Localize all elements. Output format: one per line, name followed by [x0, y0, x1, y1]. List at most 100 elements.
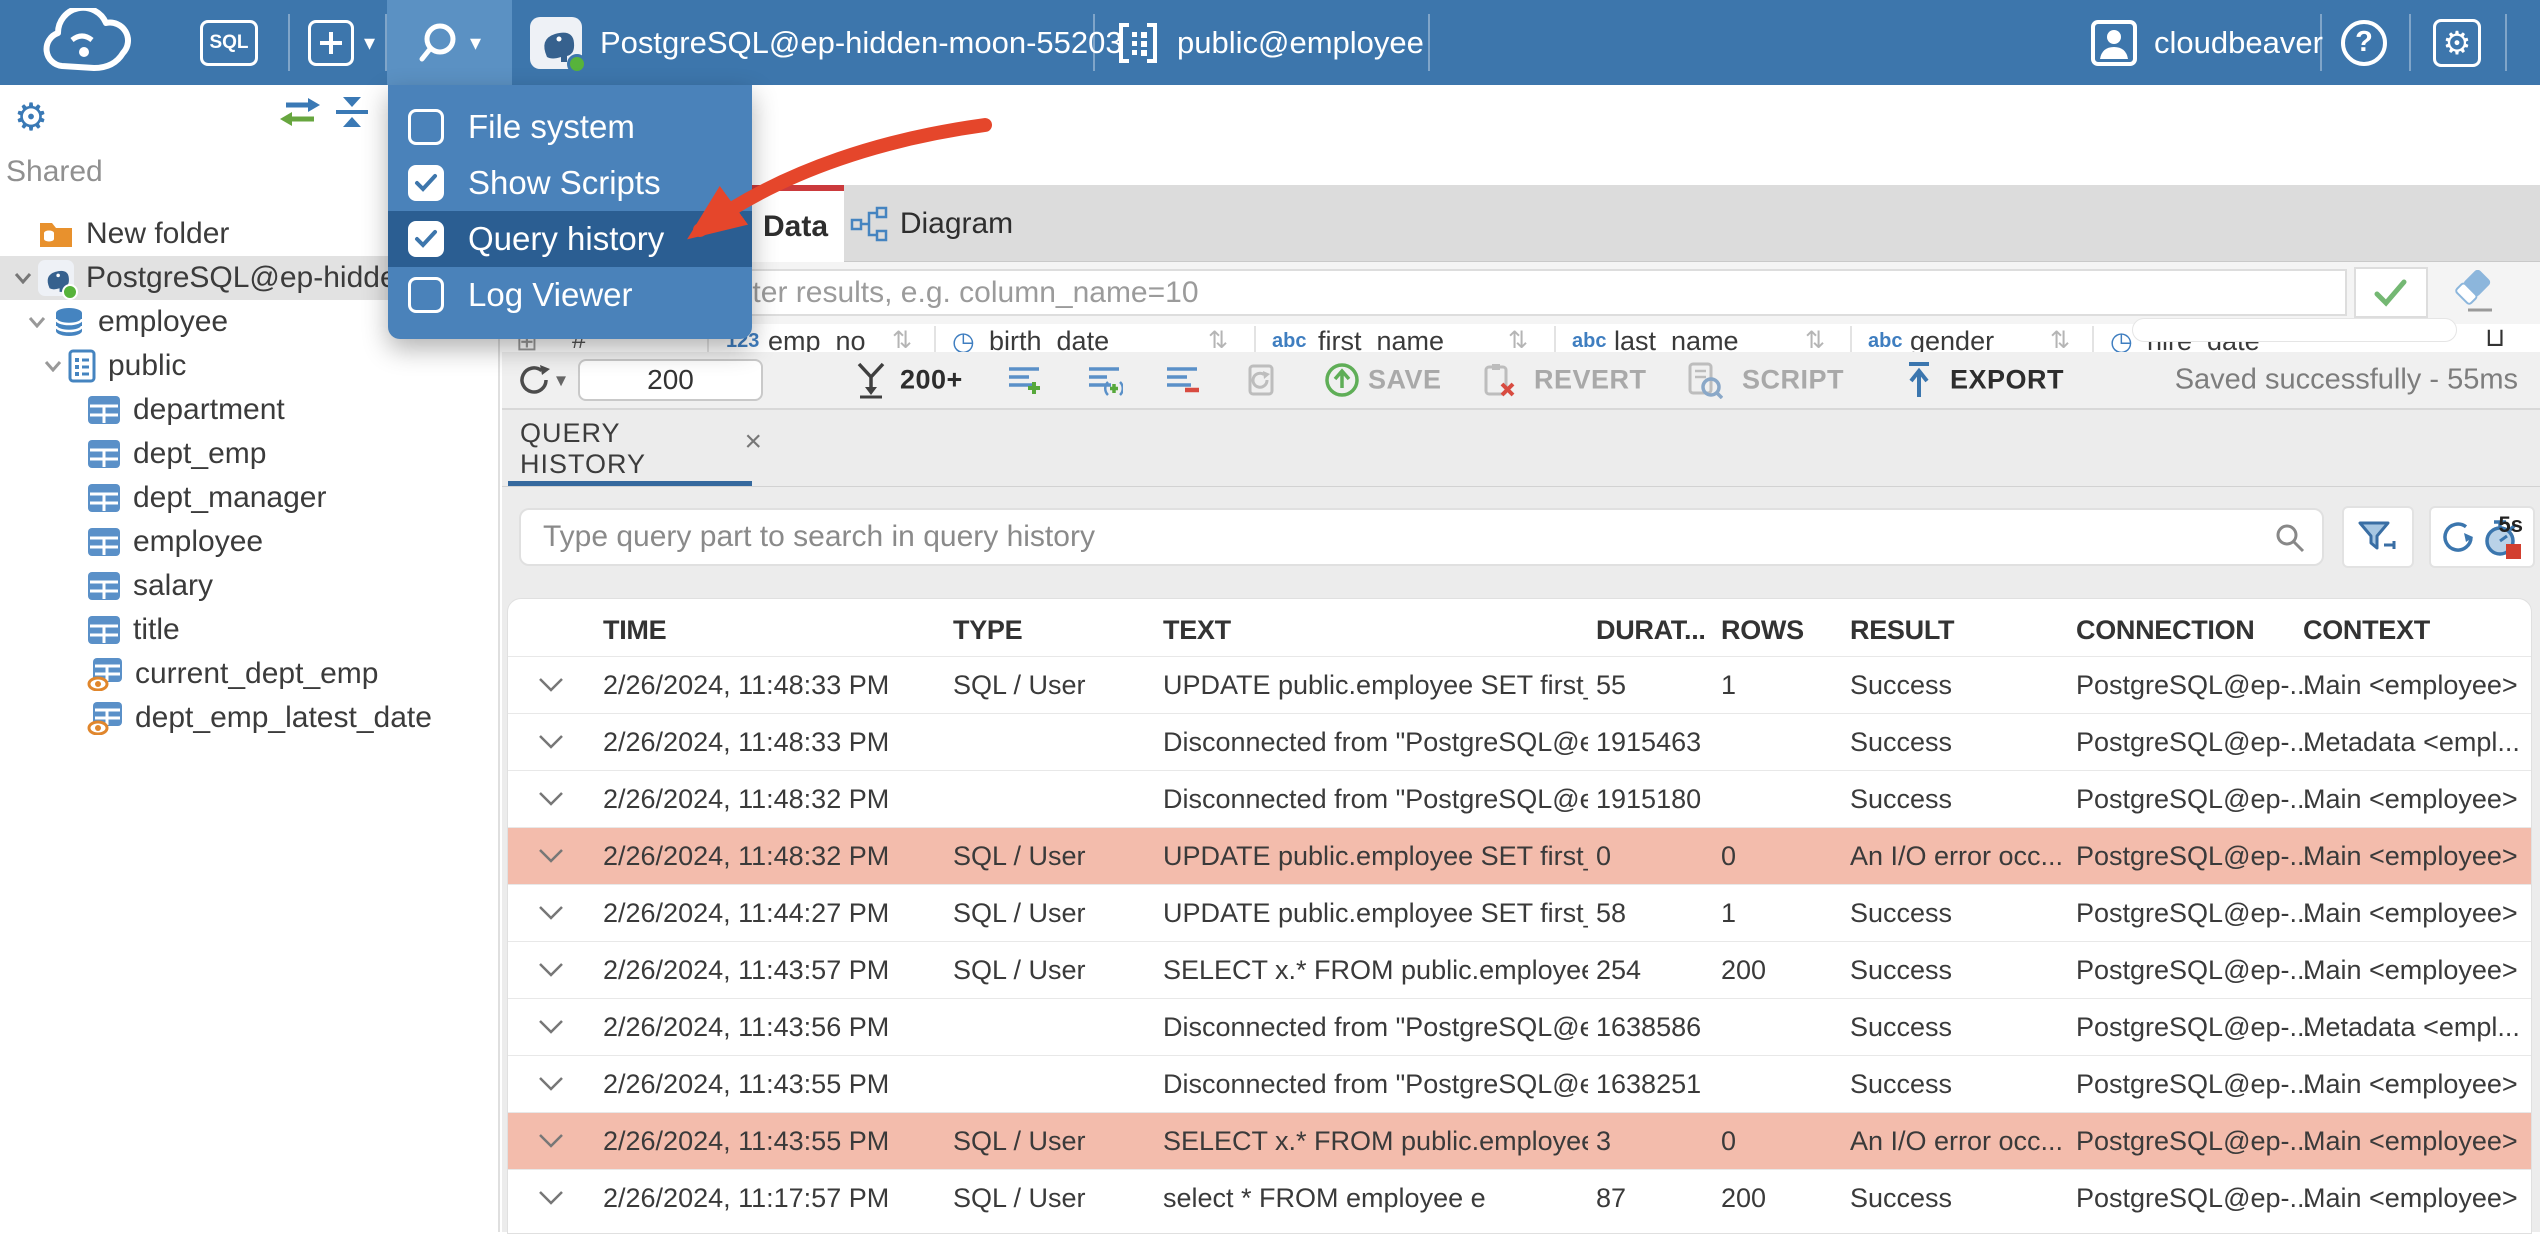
table-row[interactable]: 2/26/2024, 11:48:33 PM Disconnected from…: [508, 713, 2531, 770]
view-menu-trigger[interactable]: [387, 0, 512, 85]
tab-query-history[interactable]: QUERY HISTORY: [512, 410, 762, 487]
auto-refresh-button[interactable]: 5s: [2429, 506, 2535, 568]
tree-item-table[interactable]: dept_emp: [0, 432, 500, 476]
tree-item-table[interactable]: employee: [0, 520, 500, 564]
new-connection-button[interactable]: [308, 0, 375, 85]
expand-chevron-icon[interactable]: [538, 1133, 564, 1154]
refresh-caret-icon[interactable]: [556, 368, 566, 393]
user-menu[interactable]: cloudbeaver: [2090, 0, 2323, 85]
sql-editor-button[interactable]: SQL: [200, 0, 258, 85]
tree-item-view[interactable]: dept_emp_latest_date: [0, 696, 500, 740]
tools-icon: [418, 23, 460, 63]
column-header[interactable]: TIME: [603, 615, 666, 646]
help-button[interactable]: [2341, 0, 2387, 85]
text-type-icon: abc: [1272, 330, 1306, 352]
table-row[interactable]: 2/26/2024, 11:48:32 PM SQL / User UPDATE…: [508, 827, 2531, 884]
expand-chevron-icon[interactable]: [538, 1190, 564, 1211]
apply-filter-button[interactable]: [2354, 267, 2428, 318]
column-header[interactable]: first_name: [1318, 326, 1444, 352]
table-row[interactable]: 2/26/2024, 11:43:55 PM SQL / User SELECT…: [508, 1112, 2531, 1169]
tree-item-table[interactable]: dept_manager: [0, 476, 500, 520]
table-row[interactable]: 2/26/2024, 11:44:27 PM SQL / User UPDATE…: [508, 884, 2531, 941]
horizontal-scrollbar[interactable]: [2132, 318, 2457, 342]
clear-filter-button[interactable]: [2450, 270, 2496, 319]
table-row[interactable]: 2/26/2024, 11:48:32 PM Disconnected from…: [508, 770, 2531, 827]
tree-item-schema[interactable]: public: [0, 344, 500, 388]
row-limit-input[interactable]: [578, 359, 763, 401]
tab-data[interactable]: Data: [747, 185, 844, 262]
sort-icon[interactable]: [2050, 326, 2070, 352]
menu-item-file-system[interactable]: File system: [388, 99, 752, 155]
grid-settings-icon[interactable]: [2485, 322, 2505, 353]
save-icon[interactable]: [1324, 362, 1360, 398]
query-history-search-input[interactable]: [519, 508, 2324, 566]
expand-chevron-icon[interactable]: [538, 791, 564, 812]
collapse-all-icon[interactable]: [334, 95, 370, 134]
fetch-more-icon[interactable]: [854, 361, 888, 399]
close-icon[interactable]: [744, 425, 762, 459]
table-row[interactable]: 2/26/2024, 11:43:57 PM SQL / User SELECT…: [508, 941, 2531, 998]
connection-selector[interactable]: PostgreSQL@ep-hidden-moon-55203: [530, 0, 1123, 85]
refresh-icon[interactable]: [516, 362, 552, 398]
table-row[interactable]: 2/26/2024, 11:43:55 PM Disconnected from…: [508, 1055, 2531, 1112]
expand-chevron-icon[interactable]: [538, 848, 564, 869]
history-filter-button[interactable]: [2342, 506, 2414, 568]
delete-row-icon[interactable]: [1165, 364, 1201, 396]
sort-icon[interactable]: [1805, 326, 1825, 352]
column-header[interactable]: TYPE: [953, 615, 1022, 646]
refresh-document-icon[interactable]: [1243, 362, 1279, 398]
navigator-settings-icon[interactable]: [14, 95, 48, 140]
expand-chevron-icon[interactable]: [538, 734, 564, 755]
expand-chevron-icon[interactable]: [538, 1076, 564, 1097]
tree-item-view[interactable]: current_dept_emp: [0, 652, 500, 696]
column-header[interactable]: TEXT: [1163, 615, 1231, 646]
revert-button[interactable]: REVERT: [1534, 365, 1647, 396]
sort-icon[interactable]: [892, 326, 912, 352]
fetch-more-label[interactable]: 200+: [900, 365, 963, 396]
column-header[interactable]: birth_date: [989, 326, 1109, 352]
export-button[interactable]: EXPORT: [1950, 365, 2064, 396]
tree-item-table[interactable]: department: [0, 388, 500, 432]
sort-icon[interactable]: [1208, 326, 1228, 352]
chevron-down-icon[interactable]: [22, 316, 52, 328]
expand-chevron-icon[interactable]: [538, 677, 564, 698]
table-row[interactable]: 2/26/2024, 11:43:56 PM Disconnected from…: [508, 998, 2531, 1055]
menu-item-query-history[interactable]: Query history: [388, 211, 752, 267]
column-header[interactable]: DURAT...: [1596, 615, 1706, 646]
chevron-down-icon[interactable]: [38, 360, 68, 372]
column-header[interactable]: ROWS: [1721, 615, 1804, 646]
menu-item-show-scripts[interactable]: Show Scripts: [388, 155, 752, 211]
export-icon[interactable]: [1904, 361, 1934, 399]
menu-item-log-viewer[interactable]: Log Viewer: [388, 267, 752, 323]
search-icon[interactable]: [2274, 522, 2306, 559]
column-header[interactable]: emp_no: [768, 326, 866, 352]
divider: [2505, 14, 2507, 71]
script-button[interactable]: SCRIPT: [1742, 365, 1844, 396]
expand-chevron-icon[interactable]: [538, 1019, 564, 1040]
expand-chevron-icon[interactable]: [538, 905, 564, 926]
expand-chevron-icon[interactable]: [538, 962, 564, 983]
cell-rows: 1: [1721, 898, 1736, 929]
column-header[interactable]: CONTEXT: [2303, 615, 2430, 646]
column-header[interactable]: CONNECTION: [2076, 615, 2255, 646]
script-icon[interactable]: [1685, 361, 1723, 399]
table-row[interactable]: 2/26/2024, 11:17:57 PM SQL / User select…: [508, 1169, 2531, 1226]
duplicate-row-icon[interactable]: [1087, 364, 1123, 396]
cloudbeaver-logo[interactable]: [28, 0, 158, 85]
schema-selector[interactable]: public@employee: [1115, 0, 1424, 85]
chevron-down-icon[interactable]: [8, 272, 38, 284]
save-button[interactable]: SAVE: [1368, 365, 1442, 396]
tab-diagram[interactable]: Diagram: [844, 185, 1019, 262]
revert-icon[interactable]: [1480, 362, 1516, 398]
table-row[interactable]: 2/26/2024, 11:48:33 PM SQL / User UPDATE…: [508, 656, 2531, 713]
filter-expression-input[interactable]: [522, 269, 2347, 316]
settings-button[interactable]: [2433, 0, 2481, 85]
column-header[interactable]: gender: [1910, 326, 1994, 352]
tree-item-table[interactable]: salary: [0, 564, 500, 608]
column-header[interactable]: RESULT: [1850, 615, 1954, 646]
column-header[interactable]: last_name: [1614, 326, 1739, 352]
sort-icon[interactable]: [1508, 326, 1528, 352]
sync-connection-icon[interactable]: [278, 95, 322, 134]
add-row-icon[interactable]: [1007, 364, 1043, 396]
tree-item-table[interactable]: title: [0, 608, 500, 652]
